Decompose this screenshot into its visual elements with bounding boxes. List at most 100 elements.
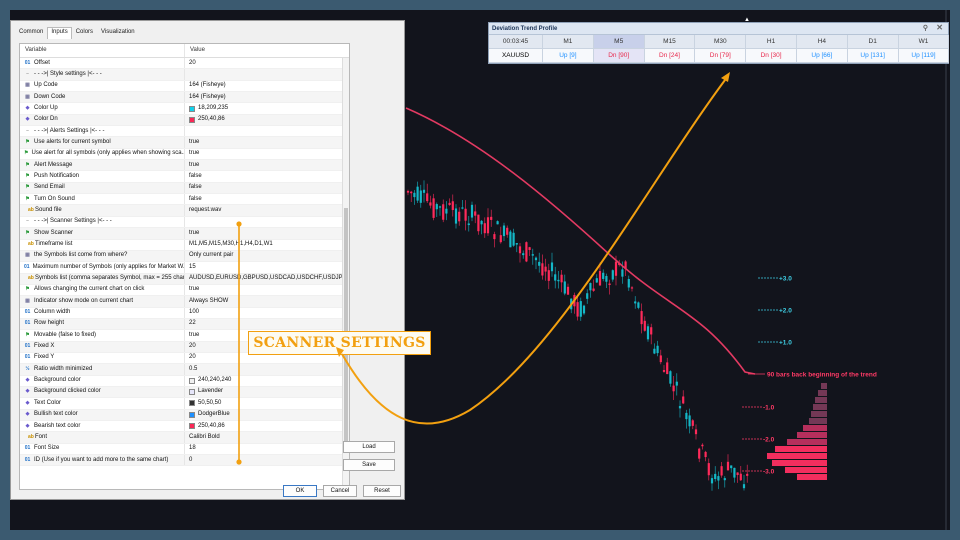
table-row[interactable]: ◆ Background clicked color Lavender (20, 386, 349, 399)
table-row[interactable]: ◆ Color Dn 250,40,86 (20, 114, 349, 127)
signal-d1[interactable]: Up [131] (847, 49, 899, 63)
table-row[interactable]: ▦ Down Code 164 (Fisheye) (20, 92, 349, 104)
value-cell[interactable]: 18,209,235 (185, 103, 349, 113)
table-row[interactable]: – - - ->| Scanner Settings |<- - - (20, 216, 349, 229)
cancel-button[interactable]: Cancel (323, 485, 357, 497)
tab-common[interactable]: Common (15, 27, 47, 39)
table-row[interactable]: ◆ Bullish text color DodgerBlue (20, 409, 349, 421)
timeframe-d1[interactable]: D1 (847, 35, 899, 49)
table-row[interactable]: ⚑ Send Email false (20, 182, 349, 195)
signal-w1[interactable]: Up [119] (898, 49, 950, 63)
value-cell[interactable]: 240,240,240 (185, 376, 349, 386)
table-row[interactable]: ◆ Color Up 18,209,235 (20, 103, 349, 115)
ok-button[interactable]: OK (283, 485, 317, 497)
color-swatch[interactable] (189, 105, 195, 112)
tab-inputs[interactable]: Inputs (47, 27, 72, 39)
value-cell[interactable]: Lavender (185, 387, 349, 397)
table-row[interactable]: 01 Font Size 18 (20, 443, 349, 456)
table-row[interactable]: ⚑ Allows changing the current chart on cl… (20, 284, 349, 297)
signal-m30[interactable]: Dn [79] (695, 49, 747, 63)
value-cell[interactable]: DodgerBlue (185, 410, 349, 420)
save-button[interactable]: Save (343, 459, 395, 471)
symbol-cell[interactable]: XAUUSD (489, 49, 543, 63)
table-row[interactable]: ab Symbols list (comma separates Symbol, … (20, 273, 349, 285)
value-cell[interactable]: AUDUSD,EURUSD,GBPUSD,USDCAD,USDCHF,USDJP… (185, 274, 349, 284)
table-row[interactable]: – - - ->| Alerts Settings |<- - - (20, 126, 349, 138)
signal-h4[interactable]: Up [66] (796, 49, 848, 63)
signal-m1[interactable]: Up [9] (543, 49, 594, 63)
table-row[interactable]: ◆ Bearish text color 250,40,86 (20, 421, 349, 433)
color-swatch[interactable] (189, 411, 195, 418)
value-cell[interactable]: true (185, 228, 349, 238)
pin-icon[interactable]: ⚲ (923, 24, 928, 32)
table-row[interactable]: 01 Maximum number of Symbols (only applie… (20, 262, 349, 274)
value-column-header[interactable]: Value (185, 44, 210, 57)
timeframe-m30[interactable]: M30 (695, 35, 747, 49)
load-button[interactable]: Load (343, 441, 395, 453)
timeframe-m15[interactable]: M15 (644, 35, 696, 49)
color-swatch[interactable] (189, 377, 195, 384)
table-row[interactable]: ▦ Up Code 164 (Fisheye) (20, 80, 349, 93)
value-cell[interactable]: 250,40,86 (185, 115, 349, 125)
table-row[interactable]: ½ Ratio width minimized 0.5 (20, 364, 349, 376)
table-row[interactable]: ⚑ Show Scanner true (20, 228, 349, 240)
table-row[interactable]: ab Sound file request.wav (20, 205, 349, 217)
table-row[interactable]: ⚑ Turn On Sound false (20, 194, 349, 206)
table-row[interactable]: ◆ Background color 240,240,240 (20, 375, 349, 387)
table-row[interactable]: ab Timeframe list M1,M5,M15,M30,H1,H4,D1,W… (20, 239, 349, 251)
color-swatch[interactable] (189, 423, 195, 430)
signal-h1[interactable]: Dn [30] (746, 49, 797, 63)
value-cell[interactable]: 0.5 (185, 364, 349, 374)
color-swatch[interactable] (189, 400, 195, 407)
variable-column-header[interactable]: Variable (20, 44, 185, 57)
value-cell[interactable]: 250,40,86 (185, 421, 349, 431)
value-cell[interactable]: 100 (185, 308, 349, 318)
table-row[interactable]: 01 ID (Use if you want to add more to the… (20, 455, 349, 467)
value-cell[interactable]: true (185, 285, 349, 295)
value-cell[interactable] (185, 69, 349, 79)
value-cell[interactable]: Always SHOW (185, 296, 349, 306)
table-row[interactable]: ▦ Indicator show mode on current chart Alw… (20, 296, 349, 308)
table-row[interactable]: 01 Column width 100 (20, 307, 349, 319)
value-cell[interactable]: 18 (185, 444, 349, 454)
panel-title-bar[interactable]: Deviation Trend Profile ⚲ ✕ (489, 23, 948, 35)
grid-scrollbar[interactable] (342, 58, 349, 489)
signal-m15[interactable]: Dn [24] (644, 49, 696, 63)
color-swatch[interactable] (189, 116, 195, 123)
table-row[interactable]: ⚑ Use alerts for current symbol true (20, 137, 349, 149)
value-cell[interactable]: 0 (185, 455, 349, 465)
value-cell[interactable]: true (185, 149, 349, 159)
value-cell[interactable]: true (185, 160, 349, 170)
table-row[interactable]: 01 Row height 22 (20, 318, 349, 331)
value-cell[interactable]: M1,M5,M15,M30,H1,H4,D1,W1 (185, 240, 349, 250)
table-row[interactable]: ⚑ Use alert for all symbols (only applies… (20, 148, 349, 161)
value-cell[interactable] (185, 126, 349, 136)
close-icon[interactable]: ✕ (936, 23, 943, 32)
table-row[interactable]: 01 Offset 20 (20, 58, 349, 70)
reset-button[interactable]: Reset (363, 485, 401, 497)
value-cell[interactable]: 20 (185, 58, 349, 68)
timeframe-w1[interactable]: W1 (898, 35, 950, 49)
scroll-thumb[interactable] (344, 208, 348, 448)
signal-m5[interactable]: Dn [90] (593, 49, 645, 63)
table-row[interactable]: ◆ Text Color 50,50,50 (20, 398, 349, 410)
value-cell[interactable]: 50,50,50 (185, 398, 349, 408)
value-cell[interactable]: false (185, 194, 349, 204)
value-cell[interactable] (185, 217, 349, 227)
table-row[interactable]: ▦ the Symbols list come from where? Only c… (20, 250, 349, 263)
value-cell[interactable]: Only current pair (185, 251, 349, 261)
value-cell[interactable]: request.wav (185, 205, 349, 215)
table-row[interactable]: ab Font Calibri Bold (20, 432, 349, 444)
value-cell[interactable]: false (185, 171, 349, 181)
value-cell[interactable]: false (185, 183, 349, 193)
value-cell[interactable]: 164 (Fisheye) (185, 81, 349, 91)
table-row[interactable]: – - - ->| Style settings |<- - - (20, 69, 349, 81)
value-cell[interactable]: 22 (185, 319, 349, 329)
value-cell[interactable]: true (185, 137, 349, 147)
timeframe-h1[interactable]: H1 (746, 35, 797, 49)
color-swatch[interactable] (189, 389, 195, 396)
timeframe-h4[interactable]: H4 (796, 35, 848, 49)
deviation-trend-profile-panel[interactable]: Deviation Trend Profile ⚲ ✕ 00:03:45 M1 M5… (488, 22, 950, 64)
value-cell[interactable]: 164 (Fisheye) (185, 92, 349, 102)
tab-visualization[interactable]: Visualization (97, 27, 139, 39)
